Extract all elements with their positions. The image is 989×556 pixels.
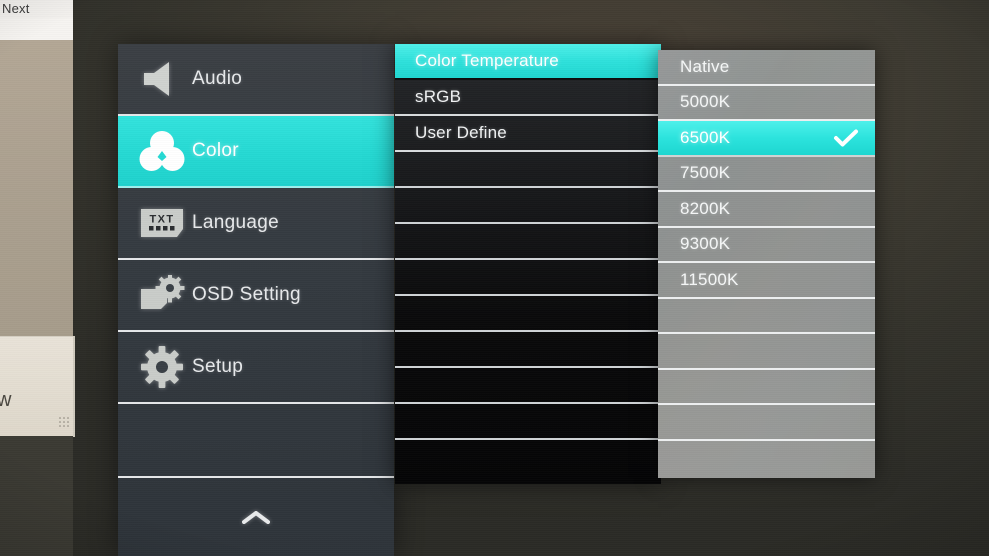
background-window-title-text: Next [2, 1, 30, 16]
sidebar-item-language[interactable]: TXT Language [118, 188, 394, 260]
submenu-item-color-temperature[interactable]: Color Temperature [395, 44, 661, 80]
sidebar-item-osd-setting[interactable]: OSD Setting [118, 260, 394, 332]
option-item-native[interactable]: Native [658, 50, 875, 86]
submenu-blank-row [395, 188, 661, 224]
option-item-8200k[interactable]: 8200K [658, 192, 875, 228]
option-item-label: Native [680, 56, 730, 76]
monitor-osd-screen: Next w Audio Color TXT Language OSD Sett… [0, 0, 989, 556]
background-window-body-lower [0, 336, 75, 437]
speaker-icon [132, 53, 192, 105]
option-item-label: 11500K [680, 269, 739, 289]
background-window-body-middle [0, 40, 73, 336]
sidebar-item-setup[interactable]: Setup [118, 332, 394, 404]
submenu-item-label: Color Temperature [415, 51, 559, 70]
submenu-item-label: sRGB [415, 87, 462, 106]
submenu-blank-row [395, 260, 661, 296]
submenu-blank-row [395, 296, 661, 332]
sidebar-item-label: Audio [192, 68, 243, 89]
sidebar-item-label: Color [192, 140, 239, 161]
submenu-blank-row [395, 332, 661, 368]
option-blank-row [658, 370, 875, 405]
check-icon [833, 128, 859, 148]
option-item-label: 7500K [680, 163, 731, 183]
submenu-item-label: User Define [415, 123, 507, 142]
submenu-blank-row [395, 368, 661, 404]
color-wheel-icon [132, 125, 192, 177]
background-window-body-top [0, 18, 73, 40]
option-item-9300k[interactable]: 9300K [658, 228, 875, 263]
option-blank-row [658, 405, 875, 441]
osd-gear-icon [132, 269, 192, 321]
option-item-7500k[interactable]: 7500K [658, 157, 875, 192]
gear-icon [132, 341, 192, 393]
sidebar-item-audio[interactable]: Audio [118, 44, 394, 116]
submenu-blank-row [395, 224, 661, 260]
sidebar-blank-row [118, 404, 394, 478]
svg-text:TXT: TXT [150, 214, 175, 226]
sidebar-item-label: OSD Setting [192, 284, 301, 305]
option-item-11500k[interactable]: 11500K [658, 263, 875, 299]
submenu-blank-row [395, 404, 661, 440]
sidebar-item-color[interactable]: Color [118, 116, 394, 188]
submenu-item-user-define[interactable]: User Define [395, 116, 661, 152]
option-item-label: 8200K [680, 198, 731, 218]
submenu-blank-row [395, 440, 661, 476]
window-resize-grip-icon [58, 416, 70, 428]
txt-badge-icon: TXT [132, 197, 192, 249]
option-item-6500k[interactable]: 6500K [658, 121, 875, 157]
sidebar-scroll-up-button[interactable] [118, 478, 394, 556]
background-window-lower-text: w [0, 389, 12, 411]
chevron-up-icon [242, 511, 270, 524]
submenu-blank-row [395, 152, 661, 188]
option-item-label: 9300K [680, 234, 731, 254]
submenu-item-srgb[interactable]: sRGB [395, 80, 661, 116]
osd-submenu: Color Temperature sRGB User Define [395, 44, 661, 484]
background-lower-area [0, 436, 73, 556]
option-blank-row [658, 334, 875, 370]
option-item-5000k[interactable]: 5000K [658, 86, 875, 121]
option-blank-row [658, 299, 875, 334]
sidebar-item-label: Setup [192, 356, 244, 377]
option-blank-row [658, 441, 875, 477]
osd-option-list: Native 5000K 6500K 7500K 8200K 9300K 115… [658, 50, 875, 478]
sidebar-item-label: Language [192, 212, 279, 233]
option-item-label: 6500K [680, 127, 731, 147]
osd-sidebar: Audio Color TXT Language OSD Setting Set… [118, 44, 394, 556]
option-item-label: 5000K [680, 92, 731, 112]
